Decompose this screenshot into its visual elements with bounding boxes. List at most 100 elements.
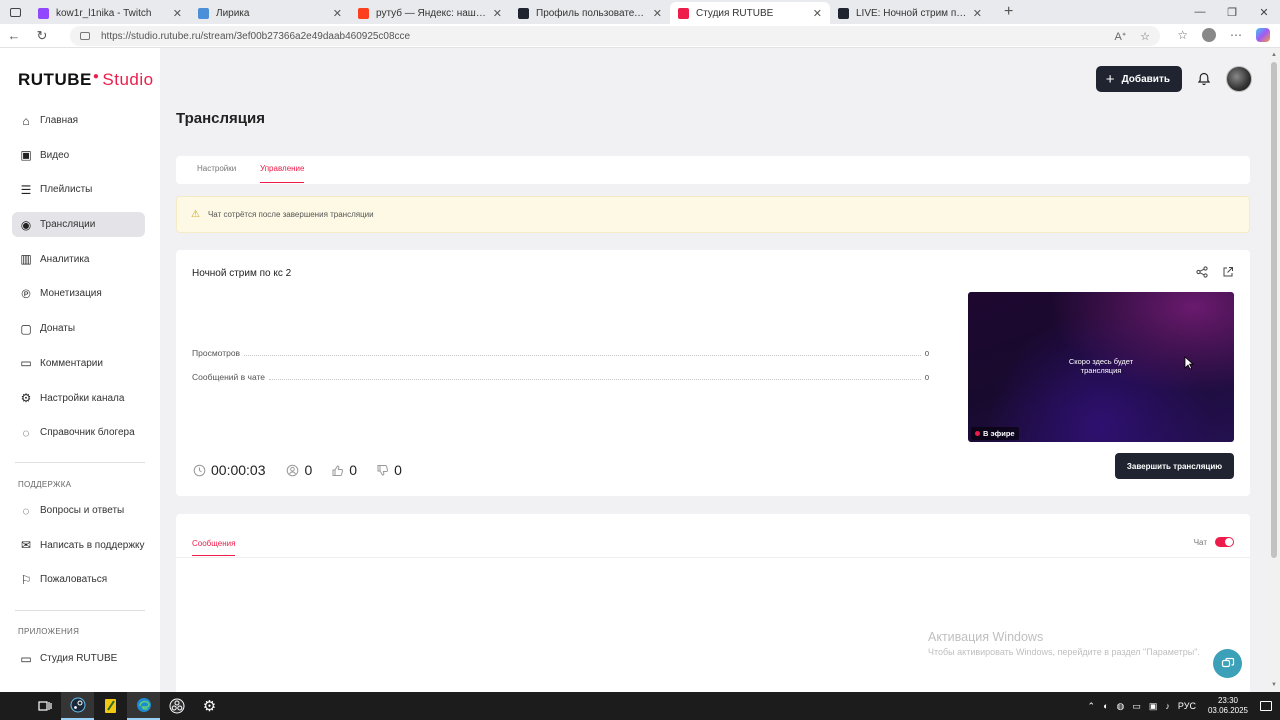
tab-settings[interactable]: Настройки — [197, 164, 236, 173]
new-tab-button[interactable]: + — [1004, 3, 1013, 21]
watermark-title: Активация Windows — [928, 630, 1044, 644]
messages-divider — [176, 557, 1250, 558]
scroll-down-icon[interactable]: ▼ — [1271, 682, 1277, 688]
alert-text: Чат сотрётся после завершения трансляции — [207, 210, 374, 219]
preview-line-2: трансляция — [1080, 365, 1122, 375]
live-dot-icon — [975, 431, 980, 436]
tab-actions-icon[interactable] — [0, 0, 30, 24]
add-button[interactable]: + Добавить — [1095, 66, 1182, 92]
close-tab-icon[interactable]: ✕ — [973, 7, 982, 20]
browser-tabs: kow1r_l1nika - Twitch ✕ Лирика ✕ рутуб — Янд… — [30, 0, 990, 24]
donations-icon: ▢ — [20, 321, 32, 336]
notepad-plus-icon[interactable] — [94, 692, 127, 720]
share-icon[interactable] — [1196, 266, 1208, 278]
favorite-star-icon[interactable]: ☆ — [1140, 30, 1150, 43]
tray-overflow-icon[interactable]: ⌃ — [1088, 701, 1096, 712]
scroll-up-icon[interactable]: ▲ — [1271, 52, 1277, 58]
nav-divider — [15, 462, 145, 463]
close-tab-icon[interactable]: ✕ — [653, 7, 662, 20]
tab-title: LIVE: Ночной стрим по кс 2 смо — [856, 7, 967, 19]
mouse-cursor-icon — [1184, 356, 1194, 370]
sidebar-item[interactable]: ▭ Студия RUTUBE — [12, 646, 145, 671]
sidebar-item[interactable]: ▢ Донаты — [12, 316, 145, 341]
sidebar-item[interactable]: ◌ Справочник блогера — [12, 420, 145, 445]
favorites-icon[interactable]: ☆ — [1177, 28, 1188, 42]
sidebar-item[interactable]: ⌂ Главная — [12, 108, 145, 133]
close-window-icon[interactable]: ✕ — [1248, 6, 1280, 19]
tab-manage[interactable]: Управление — [260, 164, 305, 183]
task-view-icon[interactable] — [28, 692, 61, 720]
browser-menu-icon[interactable]: ⋯ — [1230, 28, 1242, 42]
sidebar-item[interactable]: ◌ Вопросы и ответы — [12, 498, 145, 523]
maximize-icon[interactable]: ❐ — [1216, 6, 1248, 19]
browser-tab[interactable]: LIVE: Ночной стрим по кс 2 смо ✕ — [830, 2, 990, 24]
sidebar-item[interactable]: ◉ Трансляции — [12, 212, 145, 238]
url-field[interactable]: https://studio.rutube.ru/stream/3ef00b27… — [70, 26, 1160, 46]
sidebar-item-label: Главная — [40, 115, 79, 126]
reload-icon[interactable]: ↻ — [28, 28, 56, 44]
url-text: https://studio.rutube.ru/stream/3ef00b27… — [101, 30, 411, 42]
tray-discord-icon[interactable]: ◍ — [1117, 701, 1125, 712]
sidebar-item[interactable]: ℗ Монетизация — [12, 281, 145, 306]
browser-tab[interactable]: Лирика ✕ — [190, 2, 350, 24]
network-icon[interactable]: ▣ — [1149, 701, 1158, 712]
viewers-icon — [286, 463, 300, 477]
sidebar-item[interactable]: ⚐ Пожаловаться — [12, 567, 145, 592]
battery-icon[interactable]: ▭ — [1132, 701, 1141, 712]
notifications-icon[interactable] — [1260, 701, 1272, 711]
sidebar-item[interactable]: ▥ Аналитика — [12, 247, 145, 272]
tab-title: рутуб — Яндекс: нашлось 5 тыс — [376, 7, 487, 19]
volume-icon[interactable]: ♪ — [1165, 701, 1170, 711]
browser-tab[interactable]: рутуб — Яндекс: нашлось 5 тыс ✕ — [350, 2, 510, 24]
obs-icon[interactable] — [160, 692, 193, 720]
scrollbar-thumb[interactable] — [1271, 62, 1277, 558]
taskbar-clock[interactable]: 23:30 03.06.2025 — [1208, 696, 1248, 716]
video-icon: ▣ — [20, 148, 32, 163]
language-indicator[interactable]: РУС — [1178, 701, 1196, 711]
help-chat-button[interactable] — [1213, 649, 1242, 678]
logo-studio-text: Studio — [102, 70, 154, 89]
page-title: Трансляция — [176, 110, 265, 127]
tab-messages[interactable]: Сообщения — [192, 539, 236, 556]
sidebar-item[interactable]: ▭ Комментарии — [12, 351, 145, 376]
site-info-icon[interactable] — [80, 32, 90, 40]
steam-icon[interactable] — [61, 692, 94, 720]
system-tray: ⌃ ◐ ◍ ▭ ▣ ♪ РУС 23:30 03.06.2025 — [1088, 692, 1280, 720]
sidebar-item[interactable]: ☰ Плейлисты — [12, 177, 145, 202]
browser-tab[interactable]: Студия RUTUBE ✕ — [670, 2, 830, 24]
sidebar-item[interactable]: ✉ Написать в поддержку — [12, 533, 145, 558]
windows-taskbar: ⚙ ⌃ ◐ ◍ ▭ ▣ ♪ РУС 23:30 03.06.2025 — [0, 692, 1280, 720]
close-tab-icon[interactable]: ✕ — [813, 7, 822, 20]
close-tab-icon[interactable]: ✕ — [173, 7, 182, 20]
add-button-label: Добавить — [1121, 73, 1170, 85]
settings-app-icon[interactable]: ⚙ — [193, 692, 226, 720]
timer-metric: 00:00:03 — [192, 462, 266, 478]
edge-icon[interactable] — [127, 692, 160, 720]
views-label: Просмотров — [192, 348, 241, 358]
tray-app-icon[interactable]: ◐ — [1103, 701, 1108, 711]
open-external-icon[interactable] — [1222, 266, 1234, 278]
support-section-title: ПОДДЕРЖКА — [18, 480, 72, 489]
guide-icon: ◌ — [22, 425, 30, 440]
minimize-icon[interactable]: — — [1184, 6, 1216, 18]
page-scrollbar[interactable]: ▲ ▼ — [1268, 48, 1280, 692]
stream-preview[interactable]: Скоро здесь будет трансляция В эфире — [968, 292, 1234, 442]
browser-profile-avatar[interactable] — [1202, 28, 1216, 42]
close-tab-icon[interactable]: ✕ — [493, 7, 502, 20]
user-avatar[interactable] — [1226, 66, 1252, 92]
rutube-studio-logo[interactable]: RUTUBE ● Studio — [18, 70, 154, 90]
browser-tab[interactable]: Профиль пользователя kow1r ✕ — [510, 2, 670, 24]
copilot-icon[interactable] — [1256, 28, 1270, 42]
end-stream-button[interactable]: Завершить трансляцию — [1115, 453, 1234, 479]
sidebar-item[interactable]: ⚙ Настройки канала — [12, 386, 145, 411]
close-tab-icon[interactable]: ✕ — [333, 7, 342, 20]
back-icon[interactable]: ← — [0, 28, 28, 43]
bell-icon[interactable] — [1196, 71, 1212, 87]
chat-messages-value: 0 — [924, 373, 929, 382]
browser-tab[interactable]: kow1r_l1nika - Twitch ✕ — [30, 2, 190, 24]
apps-nav: ▭ Студия RUTUBE — [12, 646, 145, 681]
tab-title: Профиль пользователя kow1r — [536, 7, 647, 19]
read-aloud-icon[interactable]: Aᐩ — [1115, 30, 1127, 43]
sidebar-item[interactable]: ▣ Видео — [12, 143, 145, 168]
chat-toggle[interactable] — [1215, 537, 1234, 547]
